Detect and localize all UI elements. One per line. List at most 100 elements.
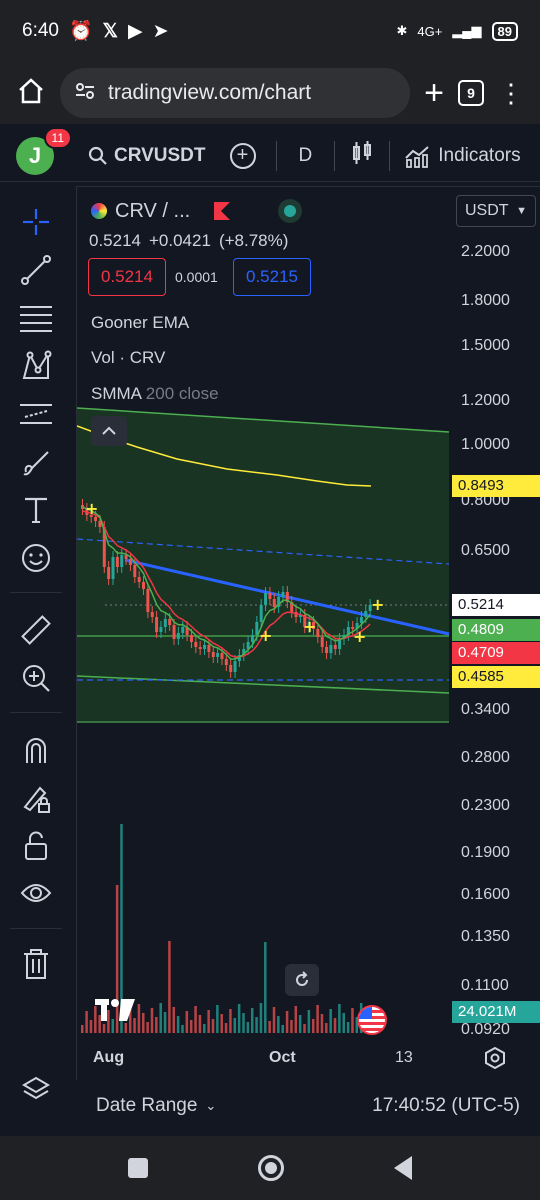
reset-icon [296, 971, 308, 986]
bid-button[interactable]: 0.5214 [88, 258, 166, 296]
volume-bar [89, 1020, 93, 1033]
battery-icon: 89 [491, 21, 518, 41]
volume-bar [137, 1004, 141, 1033]
time-tick: Aug [93, 1049, 125, 1066]
chart-pane[interactable]: + + + + + CRV / ... 0.5214 +0.0421 (+8.78%) … [76, 186, 540, 1132]
symbol-legend[interactable]: CRV / ... [91, 199, 303, 223]
home-button-icon[interactable] [258, 1155, 284, 1181]
magnet-icon[interactable] [18, 732, 54, 768]
volume-bar [329, 1009, 332, 1033]
curve-logo-icon [91, 203, 107, 219]
price-tick: 0.0920 [461, 1021, 510, 1038]
lock-drawing-icon[interactable] [18, 780, 54, 816]
volume-bar [325, 1023, 328, 1033]
indicator-legend-volume[interactable]: Vol · CRV [91, 348, 165, 368]
site-settings-icon[interactable] [74, 80, 96, 107]
chevron-up-icon [102, 426, 116, 435]
chevron-down-icon: ▼ [516, 205, 527, 217]
tab-switcher-button[interactable]: 9 [458, 80, 484, 106]
pattern-icon[interactable] [18, 348, 54, 384]
network-label: 4G+ [417, 23, 443, 39]
symbol-search[interactable]: CRVUSDT [88, 145, 206, 167]
time-tick: Oct [269, 1049, 296, 1066]
candle [264, 593, 268, 605]
clock-timezone[interactable]: 17:40:52 (UTC-5) [372, 1095, 520, 1117]
volume-bar [316, 1005, 319, 1033]
layers-icon[interactable] [18, 1072, 54, 1108]
brush-icon[interactable] [18, 444, 54, 480]
add-symbol-icon[interactable]: + [229, 142, 256, 169]
crosshair-icon[interactable] [18, 204, 54, 240]
new-tab-icon[interactable]: + [424, 74, 444, 113]
red-level-tag: 0.4709 [452, 642, 540, 664]
volume-bar [342, 1013, 345, 1033]
visibility-icon[interactable] [18, 876, 54, 912]
home-icon[interactable] [16, 76, 46, 111]
indicators-label: Indicators [438, 144, 521, 166]
volume-bar [242, 1013, 245, 1033]
price-tick: 0.1600 [461, 886, 510, 903]
chart-footer: Date Range ⌄ 17:40:52 (UTC-5) [76, 1080, 540, 1132]
status-time: 6:40 [22, 20, 59, 41]
volume-bar [294, 1006, 298, 1033]
candle [155, 617, 159, 632]
currency-label: USDT [465, 202, 509, 219]
back-icon[interactable] [394, 1156, 412, 1180]
currency-select[interactable]: USDT ▼ [456, 195, 536, 227]
candle [224, 659, 228, 665]
text-tool-icon[interactable] [18, 492, 54, 528]
legend-values: 0.5214 +0.0421 (+8.78%) [89, 231, 288, 251]
indicator-legend-ema[interactable]: Gooner EMA [91, 313, 189, 333]
price-tick: 0.1350 [461, 928, 510, 945]
volume-bar [185, 1011, 189, 1033]
forecast-icon[interactable] [18, 396, 54, 432]
channel-fill [77, 408, 449, 721]
chart-settings-icon[interactable] [484, 1046, 506, 1074]
candle [146, 589, 150, 612]
candle [220, 653, 224, 659]
ruler-icon[interactable] [18, 612, 54, 648]
date-range-button[interactable]: Date Range ⌄ [96, 1095, 216, 1117]
volume-bar [224, 1023, 228, 1033]
us-flag-icon[interactable] [357, 1005, 387, 1035]
interval-button[interactable]: D [299, 145, 313, 167]
avatar[interactable]: J 11 [16, 126, 72, 175]
volume-bar [281, 1025, 284, 1033]
yellow-level-tag: 0.4585 [452, 666, 540, 688]
more-menu-icon[interactable]: ⋮ [498, 78, 524, 109]
smma-name: SMMA [91, 384, 142, 403]
volume-bar [150, 1008, 154, 1033]
volume-bar [81, 1025, 84, 1033]
url-bar[interactable]: tradingview.com/chart [60, 68, 411, 118]
recents-icon[interactable] [128, 1158, 148, 1178]
indicators-button[interactable]: Indicators [404, 144, 521, 168]
volume-bar [189, 1020, 193, 1033]
candle [268, 593, 272, 599]
green-level-tag: 0.4809 [452, 619, 540, 641]
trash-icon[interactable] [18, 946, 54, 982]
ask-button[interactable]: 0.5215 [233, 258, 311, 296]
reset-chart-button[interactable] [285, 964, 319, 996]
volume-bar [285, 1011, 289, 1033]
fib-retracement-icon[interactable] [18, 300, 54, 336]
flag-icon[interactable] [214, 202, 231, 220]
zoom-in-icon[interactable] [18, 660, 54, 696]
emoji-icon[interactable] [18, 540, 54, 576]
price-tick: 0.2300 [461, 797, 510, 814]
volume-bar [311, 1019, 315, 1033]
market-status-icon[interactable] [278, 199, 303, 223]
candle [159, 627, 163, 632]
chart-type-icon[interactable] [351, 140, 373, 171]
avatar-letter: J [28, 142, 42, 168]
candle [142, 582, 146, 589]
telegram-icon: ➤ [152, 20, 169, 42]
volume-bar [146, 1022, 149, 1033]
candle [172, 625, 176, 639]
trend-line-icon[interactable] [18, 252, 54, 288]
collapse-legend-button[interactable] [91, 416, 127, 446]
legend-change-pct: (+8.78%) [218, 231, 289, 250]
chart-header: J 11 CRVUSDT + D Indicators [0, 126, 540, 182]
signal-marker: + [371, 595, 384, 614]
unlock-icon[interactable] [18, 828, 54, 864]
indicator-legend-smma[interactable]: SMMA 200 close [91, 384, 219, 404]
